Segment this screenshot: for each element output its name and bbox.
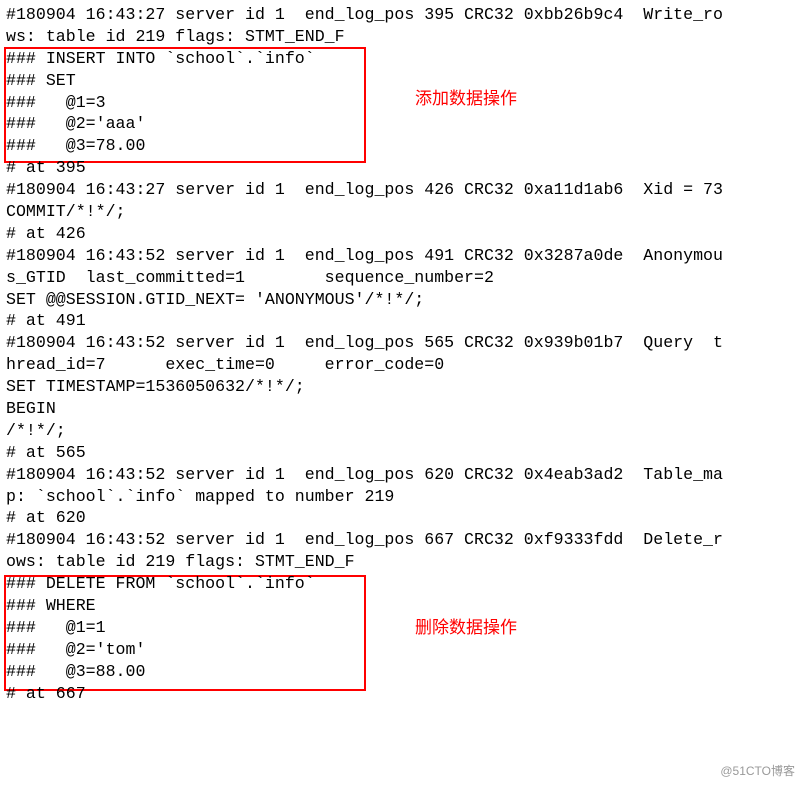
- watermark: @51CTO博客: [720, 764, 795, 780]
- log-line: ### SET: [6, 70, 795, 92]
- log-line: # at 426: [6, 223, 795, 245]
- log-line: hread_id=7 exec_time=0 error_code=0: [6, 354, 795, 376]
- log-line: ### @2='aaa': [6, 113, 795, 135]
- log-line: # at 565: [6, 442, 795, 464]
- log-line: ### WHERE: [6, 595, 795, 617]
- log-line: ows: table id 219 flags: STMT_END_F: [6, 551, 795, 573]
- log-line: #180904 16:43:52 server id 1 end_log_pos…: [6, 529, 795, 551]
- log-line: BEGIN: [6, 398, 795, 420]
- log-line: COMMIT/*!*/;: [6, 201, 795, 223]
- log-line: # at 620: [6, 507, 795, 529]
- log-line: ws: table id 219 flags: STMT_END_F: [6, 26, 795, 48]
- log-line: ### INSERT INTO `school`.`info`: [6, 48, 795, 70]
- log-line: #180904 16:43:52 server id 1 end_log_pos…: [6, 245, 795, 267]
- delete-annotation: 删除数据操作: [415, 617, 517, 639]
- log-line: ### DELETE FROM `school`.`info`: [6, 573, 795, 595]
- log-line: #180904 16:43:52 server id 1 end_log_pos…: [6, 464, 795, 486]
- log-line: p: `school`.`info` mapped to number 219: [6, 486, 795, 508]
- log-line: # at 491: [6, 310, 795, 332]
- log-line: # at 667: [6, 683, 795, 705]
- log-line: ### @3=78.00: [6, 135, 795, 157]
- log-line: ### @3=88.00: [6, 661, 795, 683]
- log-line: s_GTID last_committed=1 sequence_number=…: [6, 267, 795, 289]
- log-line: SET @@SESSION.GTID_NEXT= 'ANONYMOUS'/*!*…: [6, 289, 795, 311]
- insert-annotation: 添加数据操作: [415, 88, 517, 110]
- log-line: #180904 16:43:52 server id 1 end_log_pos…: [6, 332, 795, 354]
- log-line: ### @1=3: [6, 92, 795, 114]
- log-line: #180904 16:43:27 server id 1 end_log_pos…: [6, 179, 795, 201]
- log-line: ### @1=1: [6, 617, 795, 639]
- log-line: #180904 16:43:27 server id 1 end_log_pos…: [6, 4, 795, 26]
- log-line: /*!*/;: [6, 420, 795, 442]
- log-line: ### @2='tom': [6, 639, 795, 661]
- log-line: SET TIMESTAMP=1536050632/*!*/;: [6, 376, 795, 398]
- log-line: # at 395: [6, 157, 795, 179]
